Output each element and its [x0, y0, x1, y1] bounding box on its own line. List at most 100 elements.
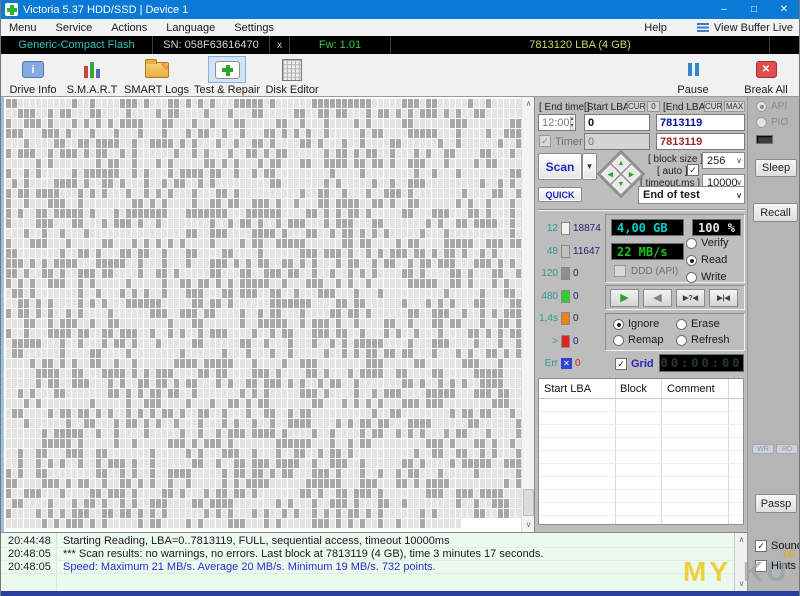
end-lba-input-2[interactable]: 7813119	[656, 133, 745, 150]
end-lba-max-button[interactable]: MAX	[724, 101, 745, 112]
block-cell	[396, 299, 401, 308]
rd-button[interactable]: RD	[776, 444, 798, 454]
action-ignore-radio[interactable]: Ignore	[613, 318, 676, 330]
block-cell	[180, 439, 185, 448]
menu-actions[interactable]: Actions	[111, 22, 147, 34]
scan-dropdown-button[interactable]	[582, 153, 597, 180]
block-cell	[114, 229, 119, 238]
block-cell	[12, 219, 17, 228]
sound-checkbox[interactable]	[755, 540, 767, 552]
action-remap-radio[interactable]: Remap	[613, 334, 676, 346]
api-radio[interactable]: API	[756, 101, 787, 112]
block-cell	[390, 359, 395, 368]
minimize-button[interactable]: –	[709, 0, 739, 19]
block-cell	[204, 249, 209, 258]
block-cell	[294, 489, 299, 498]
step-back-button[interactable]: ◀	[643, 289, 672, 307]
auto-checkbox[interactable]	[687, 164, 699, 176]
close-button[interactable]: ✕	[769, 0, 799, 19]
break-all-button[interactable]: Break All	[739, 56, 793, 96]
passp-button[interactable]: Passp	[755, 494, 797, 513]
defects-table[interactable]: Start LBA Block Comment	[538, 378, 744, 525]
block-cell	[468, 179, 473, 188]
seek-end-button[interactable]: ▶|◀	[709, 289, 738, 307]
quick-button[interactable]: QUICK	[538, 187, 582, 202]
scroll-down-icon[interactable]	[735, 577, 748, 591]
smart-logs-button[interactable]: SMART Logs	[124, 56, 189, 96]
mode-write-radio[interactable]: Write	[686, 271, 729, 283]
block-cell	[276, 319, 281, 328]
block-cell	[72, 449, 77, 458]
action-refresh-radio[interactable]: Refresh	[676, 334, 739, 346]
action-erase-radio[interactable]: Erase	[676, 318, 739, 330]
test-repair-button[interactable]: Test & Repair	[194, 56, 260, 96]
maximize-button[interactable]: □	[739, 0, 769, 19]
start-lba-cur-button[interactable]: CUR	[627, 101, 645, 112]
ddd-api-checkbox[interactable]	[614, 265, 626, 277]
sleep-button[interactable]: Sleep	[755, 159, 797, 177]
timer-checkbox[interactable]	[539, 135, 551, 147]
play-button[interactable]: ▶	[610, 289, 639, 307]
block-cell	[6, 369, 11, 378]
seek-error-button[interactable]: ▶?◀	[676, 289, 705, 307]
block-cell	[456, 199, 461, 208]
disk-editor-button[interactable]: Disk Editor	[265, 56, 319, 96]
view-buffer-live-button[interactable]: View Buffer Live	[697, 22, 793, 34]
block-cell	[192, 369, 197, 378]
block-cell	[108, 379, 113, 388]
hints-checkbox-row[interactable]: Hints	[755, 560, 796, 572]
block-cell	[486, 409, 491, 418]
legend-color-block	[561, 312, 570, 325]
block-cell	[342, 459, 347, 468]
start-lba-zero-button[interactable]: 0	[647, 101, 660, 112]
device-model[interactable]: Generic-Compact Flash	[1, 36, 153, 54]
drive-info-button[interactable]: Drive Info	[6, 56, 60, 96]
mode-read-radio[interactable]: Read	[686, 254, 729, 266]
recall-button[interactable]: Recall	[753, 203, 798, 222]
block-cell	[162, 359, 167, 368]
end-of-test-select[interactable]: End of test	[638, 186, 745, 204]
pause-button[interactable]: Pause	[666, 56, 720, 96]
menu-help[interactable]: Help	[644, 22, 667, 34]
block-cell	[48, 469, 53, 478]
log-scrollbar[interactable]	[734, 533, 747, 591]
menu-language[interactable]: Language	[166, 22, 215, 34]
block-size-select[interactable]: 256	[702, 152, 745, 169]
block-cell	[138, 179, 143, 188]
block-map-scrollbar[interactable]	[521, 97, 534, 532]
grid-checkbox[interactable]	[615, 358, 627, 370]
block-cell	[336, 139, 341, 148]
block-cell	[90, 319, 95, 328]
block-cell	[54, 209, 59, 218]
menu-menu[interactable]: Menu	[9, 22, 37, 34]
wr-button[interactable]: WR	[752, 444, 774, 454]
scan-button[interactable]: Scan	[538, 153, 582, 180]
end-lba-input[interactable]: 7813119	[656, 114, 745, 131]
scrollbar-thumb[interactable]	[523, 489, 534, 516]
smart-button[interactable]: S.M.A.R.T	[65, 56, 119, 96]
mode-verify-radio[interactable]: Verify	[686, 237, 729, 249]
block-cell	[462, 249, 467, 258]
scroll-up-icon[interactable]	[735, 533, 748, 547]
menu-settings[interactable]: Settings	[234, 22, 274, 34]
menu-service[interactable]: Service	[56, 22, 93, 34]
pio-radio[interactable]: PIO	[756, 117, 788, 128]
block-cell	[18, 199, 23, 208]
block-cell	[90, 99, 95, 108]
end-lba-cur-button[interactable]: CUR	[704, 101, 722, 112]
block-cell	[228, 269, 233, 278]
device-close-button[interactable]: x	[270, 36, 290, 54]
block-cell	[390, 299, 395, 308]
block-cell	[444, 259, 449, 268]
sound-checkbox-row[interactable]: Sound	[755, 540, 800, 552]
block-cell	[168, 319, 173, 328]
start-lba-input[interactable]: 0	[584, 114, 650, 131]
block-cell	[444, 159, 449, 168]
log-panel[interactable]: 20:44:48Starting Reading, LBA=0..7813119…	[1, 532, 747, 591]
block-map-panel[interactable]	[1, 97, 534, 532]
hints-checkbox[interactable]	[755, 560, 767, 572]
end-time-spinner[interactable]: 12:00	[538, 114, 576, 131]
block-cell	[198, 459, 203, 468]
spinner-arrows-icon[interactable]	[570, 116, 574, 130]
block-cell	[408, 219, 413, 228]
